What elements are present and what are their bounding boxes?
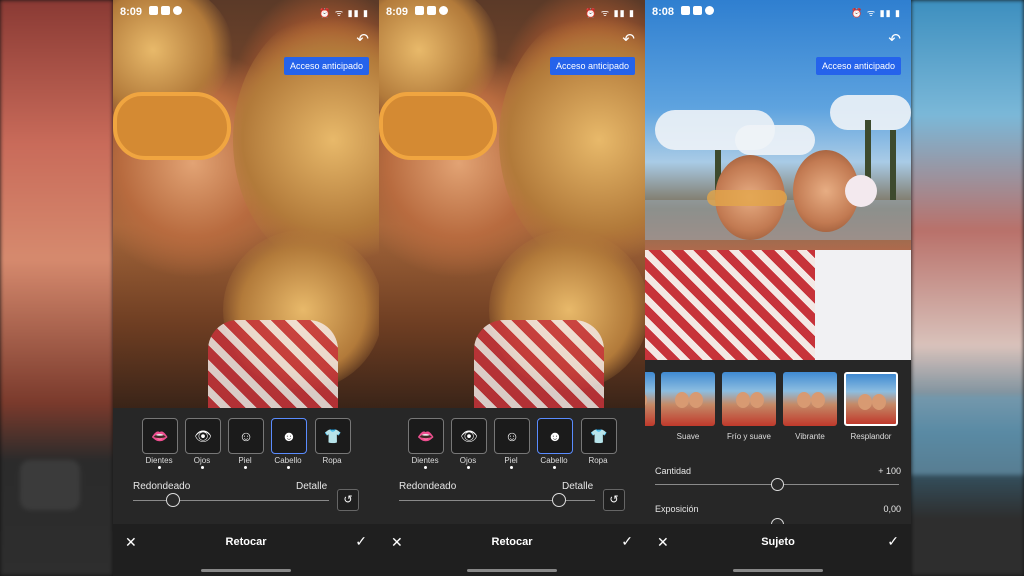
retouch-slider-knob[interactable] (551, 493, 566, 507)
undo-icon[interactable]: ↶ (356, 30, 369, 48)
preset-thumbnail-selected[interactable] (844, 372, 898, 426)
retouch-slider-knob[interactable] (166, 493, 181, 507)
exposure-value: 0,00 (883, 504, 901, 514)
slider-right-label: Detalle (562, 481, 594, 492)
preset-strip: ste Suave Frío y suave Vibrante Respland… (645, 360, 911, 446)
status-bar: 8:09 ⏰ ᯤ ▮▮ ▮ (113, 0, 379, 22)
check-icon[interactable]: ✓ (887, 533, 899, 550)
slider-left-label: Redondeado (399, 481, 457, 492)
panel-title: Sujeto (761, 536, 795, 548)
status-time: 8:09 (120, 6, 143, 18)
tool-label-clothes: Ropa (588, 456, 608, 465)
panel-title: Retocar (225, 536, 267, 548)
retouch-tools-panel: 👄 👁 ☺ ☻ 👕 Dientes Ojos Piel Cabello Ropa… (113, 408, 379, 524)
notification-icon (427, 6, 436, 15)
retouch-tools-panel: 👄 👁 ☺ ☻ 👕 Dientes Ojos Piel Cabello Ropa… (379, 408, 645, 524)
cloud-icon (439, 6, 448, 15)
preset-label: Frío y suave (726, 432, 771, 441)
check-icon[interactable]: ✓ (621, 533, 633, 550)
status-time: 8:09 (386, 6, 409, 18)
preset-thumbnail[interactable] (661, 372, 715, 426)
retouch-slider-track[interactable] (133, 500, 329, 501)
gallery-icon (681, 6, 690, 15)
gesture-handle (201, 569, 291, 572)
preset-thumbnail[interactable] (722, 372, 776, 426)
photo-canvas (645, 0, 911, 360)
preset-label: Resplandor (850, 432, 892, 441)
reset-icon[interactable]: ↺ (603, 489, 625, 511)
gesture-handle (467, 569, 557, 572)
tool-label-hair: Cabello (274, 456, 302, 465)
status-bar: 8:09 ⏰ ᯤ ▮▮ ▮ (379, 0, 645, 22)
early-access-badge: Acceso anticipado (549, 57, 635, 75)
gesture-handle (733, 569, 823, 572)
preset-label: Vibrante (795, 432, 825, 441)
gallery-icon (149, 6, 158, 15)
shirt-icon[interactable]: 👕 (581, 418, 617, 454)
phone-screen-retouch-2: 8:09 ⏰ ᯤ ▮▮ ▮ ↶ Acceso anticipado 👄 👁 ☺ … (379, 0, 645, 576)
gallery-icon (415, 6, 424, 15)
face-icon[interactable]: ☺ (494, 418, 530, 454)
hair-icon[interactable]: ☻ (271, 418, 307, 454)
signal-battery-icon: ⏰ ᯤ ▮▮ ▮ (851, 8, 901, 18)
panel-title: Retocar (491, 536, 533, 548)
phone-screen-retouch-1: 8:09 ⏰ ᯤ ▮▮ ▮ ↶ Acceso anticipado 👄 👁 ☺ … (113, 0, 379, 576)
lips-icon[interactable]: 👄 (142, 418, 178, 454)
adjustment-panel: Cantidad + 100 Exposición 0,00 (645, 446, 911, 531)
amount-value: + 100 (878, 466, 901, 476)
face-icon[interactable]: ☺ (228, 418, 264, 454)
hair-icon[interactable]: ☻ (537, 418, 573, 454)
tool-label-clothes: Ropa (322, 456, 342, 465)
bottom-bar: ✕ Sujeto ✓ (645, 524, 911, 576)
preset-thumbnail[interactable] (783, 372, 837, 426)
shirt-icon[interactable]: 👕 (315, 418, 351, 454)
exposure-label: Exposición (655, 504, 699, 514)
undo-icon[interactable]: ↶ (622, 30, 635, 48)
bottom-bar: ✕ Retocar ✓ (113, 524, 379, 576)
undo-icon[interactable]: ↶ (888, 30, 901, 48)
amount-slider-knob[interactable] (771, 478, 784, 491)
slider-right-label: Detalle (296, 481, 328, 492)
eye-icon[interactable]: 👁 (451, 418, 487, 454)
notification-icon (161, 6, 170, 15)
early-access-badge: Acceso anticipado (815, 57, 901, 75)
signal-battery-icon: ⏰ ᯤ ▮▮ ▮ (585, 8, 635, 18)
phone-screen-subject: 8:08 ⏰ ᯤ ▮▮ ▮ ↶ Acceso anticipado ste Su… (645, 0, 911, 576)
notification-icon (693, 6, 702, 15)
status-time: 8:08 (652, 6, 675, 18)
preset-thumbnail[interactable] (645, 372, 655, 426)
slider-left-label: Redondeado (133, 481, 191, 492)
early-access-badge: Acceso anticipado (283, 57, 369, 75)
lips-icon[interactable]: 👄 (408, 418, 444, 454)
blurred-background-right (911, 0, 1024, 576)
check-icon[interactable]: ✓ (355, 533, 367, 550)
signal-battery-icon: ⏰ ᯤ ▮▮ ▮ (319, 8, 369, 18)
tool-label-hair: Cabello (540, 456, 568, 465)
cloud-icon (173, 6, 182, 15)
eye-icon[interactable]: 👁 (185, 418, 221, 454)
blurred-background-left (0, 0, 113, 576)
bottom-bar: ✕ Retocar ✓ (379, 524, 645, 576)
amount-label: Cantidad (655, 466, 692, 476)
preset-label: Suave (676, 432, 700, 441)
cloud-icon (705, 6, 714, 15)
reset-icon[interactable]: ↺ (337, 489, 359, 511)
status-bar: 8:08 ⏰ ᯤ ▮▮ ▮ (645, 0, 911, 22)
